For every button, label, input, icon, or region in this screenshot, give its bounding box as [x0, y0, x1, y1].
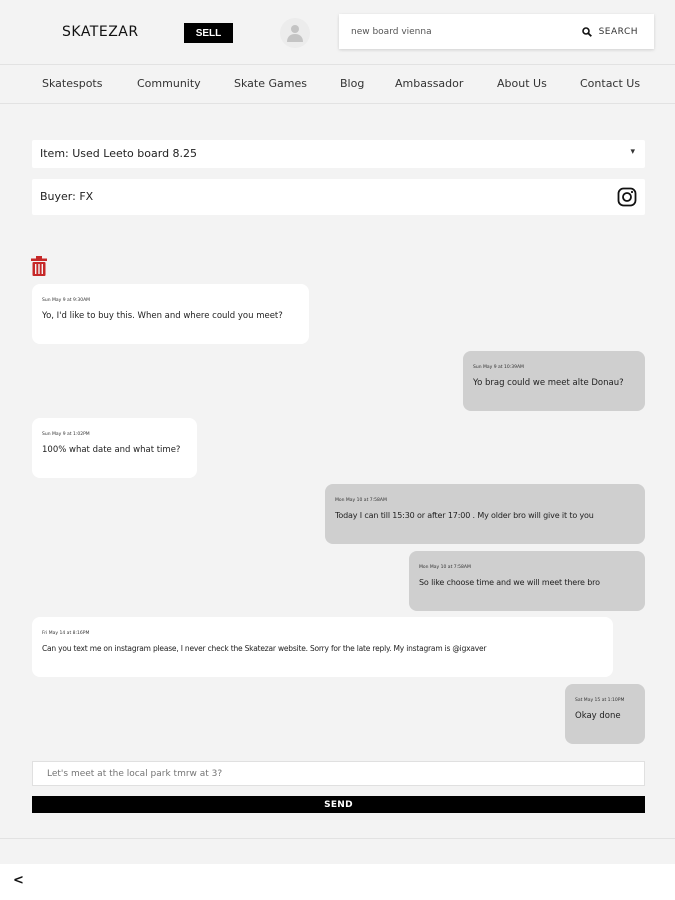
item-label: Item: Used Leeto board 8.25 [40, 147, 198, 160]
main-nav: Skatespots Community Skate Games Blog Am… [0, 64, 675, 104]
footer-divider [0, 838, 675, 839]
dropdown-caret-icon: ▾ [630, 147, 635, 157]
message-text: Okay done [575, 711, 621, 721]
message-bubble-outgoing: Sat May 15 at 1:10PM Okay done [565, 684, 645, 744]
search-icon [581, 27, 592, 37]
send-button[interactable]: SEND [32, 796, 645, 813]
message-bubble-incoming: Fri May 14 at 8:16PM Can you text me on … [32, 617, 613, 677]
item-select[interactable]: Item: Used Leeto board 8.25 ▾ [32, 140, 645, 168]
trash-icon[interactable] [30, 255, 48, 277]
message-text: So like choose time and we will meet the… [419, 578, 600, 587]
nav-item-skatespots[interactable]: Skatespots [42, 77, 102, 90]
message-timestamp: Fri May 14 at 8:16PM [42, 631, 90, 636]
site-logo[interactable]: SKATEZAR [62, 24, 139, 40]
bottom-bar: < [0, 864, 675, 900]
user-avatar[interactable] [280, 18, 310, 48]
message-text: 100% what date and what time? [42, 445, 181, 455]
message-text: Can you text me on instagram please, I n… [42, 644, 487, 653]
nav-item-about-us[interactable]: About Us [497, 77, 547, 90]
instagram-icon[interactable] [617, 187, 637, 207]
buyer-label: Buyer: FX [40, 190, 94, 203]
back-button[interactable]: < [13, 873, 24, 888]
sell-button[interactable]: SELL [184, 23, 233, 43]
nav-item-blog[interactable]: Blog [340, 77, 364, 90]
message-timestamp: Sun May 9 at 1:02PM [42, 432, 90, 437]
message-timestamp: Sun May 9 at 10:39AM [473, 365, 524, 370]
nav-item-contact-us[interactable]: Contact Us [580, 77, 640, 90]
nav-item-skate-games[interactable]: Skate Games [234, 77, 307, 90]
message-bubble-incoming: Sun May 9 at 9:30AM Yo, I'd like to buy … [32, 284, 309, 344]
nav-item-ambassador[interactable]: Ambassador [395, 77, 463, 90]
buyer-row: Buyer: FX [32, 179, 645, 215]
search-button[interactable]: SEARCH [581, 24, 638, 40]
message-bubble-outgoing: Sun May 9 at 10:39AM Yo brag could we me… [463, 351, 645, 411]
message-text: Yo brag could we meet alte Donau? [473, 378, 624, 388]
message-text: Yo, I'd like to buy this. When and where… [42, 311, 283, 321]
search-button-label: SEARCH [598, 27, 638, 37]
message-bubble-outgoing: Mon May 10 at 7:58AM So like choose time… [409, 551, 645, 611]
message-timestamp: Mon May 10 at 7:58AM [419, 565, 471, 570]
message-bubble-incoming: Sun May 9 at 1:02PM 100% what date and w… [32, 418, 197, 478]
site-header: SKATEZAR SELL SEARCH [0, 0, 675, 64]
message-timestamp: Sat May 15 at 1:10PM [575, 698, 625, 703]
message-composer [32, 761, 645, 786]
user-icon [287, 25, 303, 42]
nav-item-community[interactable]: Community [137, 77, 201, 90]
message-timestamp: Sun May 9 at 9:30AM [42, 298, 91, 303]
search-input[interactable] [351, 23, 551, 41]
search-bar: SEARCH [339, 14, 654, 49]
message-bubble-outgoing: Mon May 10 at 7:58AM Today I can till 15… [325, 484, 645, 544]
message-text: Today I can till 15:30 or after 17:00 . … [335, 511, 594, 520]
message-timestamp: Mon May 10 at 7:58AM [335, 498, 387, 503]
message-input[interactable] [47, 767, 627, 781]
